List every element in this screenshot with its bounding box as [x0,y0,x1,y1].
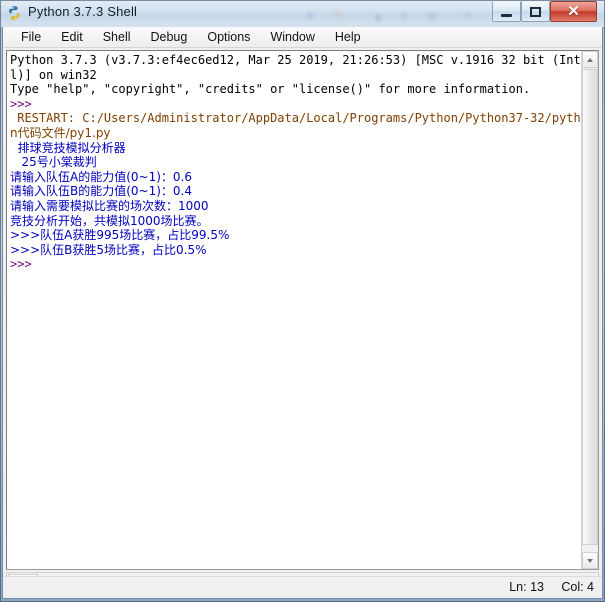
menu-item-shell[interactable]: Shell [93,28,141,47]
statusbar: Ln: 13 Col: 4 [3,576,602,598]
menu-item-debug[interactable]: Debug [141,28,198,47]
minimize-icon [501,14,512,17]
status-column-indicator: Col: 4 [561,580,594,594]
close-button[interactable]: ✕ [550,1,597,22]
shell-text-area[interactable]: Python 3.7.3 (v3.7.3:ef4ec6ed12, Mar 25 … [7,51,582,569]
window-titlebar[interactable]: Python 3.7.3 Shell ✕ [0,0,605,27]
shell-line: Type "help", "copyright", "credits" or "… [10,82,531,97]
shell-line: 25号小棠裁判 [10,155,97,170]
shell-line: >>> [10,96,39,111]
shell-line: >>>队伍A获胜995场比赛，占比99.5% [10,228,230,243]
window-client-area: File Edit Shell Debug Options Window Hel… [2,27,603,599]
shell-line: n代码文件/py1.py [10,125,111,140]
menu-item-help[interactable]: Help [325,28,371,47]
python-shell-window: Python 3.7.3 Shell ✕ File Edit Shell Deb… [0,0,605,602]
menubar: File Edit Shell Debug Options Window Hel… [3,27,602,48]
shell-line: Python 3.7.3 (v3.7.3:ef4ec6ed12, Mar 25 … [10,53,582,67]
shell-line: 请输入队伍A的能力值(0~1)：0.6 [10,169,192,184]
shell-output-panel: Python 3.7.3 (v3.7.3:ef4ec6ed12, Mar 25 … [6,50,599,570]
scroll-down-arrow-icon[interactable] [582,552,598,569]
menu-item-window[interactable]: Window [260,28,324,47]
shell-line: 请输入需要模拟比赛的场次数：1000 [10,198,209,213]
shell-line: >>> [10,257,39,272]
python-logo-icon [6,5,23,22]
shell-line: 请输入队伍B的能力值(0~1)：0.4 [10,184,193,199]
shell-line: >>>队伍B获胜5场比赛，占比0.5% [10,242,207,257]
minimize-button[interactable] [492,1,521,22]
vertical-scrollbar-thumb[interactable] [582,69,598,545]
chevron-up-icon [587,58,593,62]
shell-line: 排球竞技模拟分析器 [10,140,126,155]
window-title: Python 3.7.3 Shell [28,4,138,19]
vertical-scrollbar[interactable] [581,51,598,569]
shell-line: RESTART: C:/Users/Administrator/AppData/… [10,111,582,126]
scroll-up-arrow-icon[interactable] [582,51,598,68]
maximize-button[interactable] [521,1,550,22]
status-line-indicator: Ln: 13 [509,580,544,594]
chevron-down-icon [587,559,593,563]
menu-item-file[interactable]: File [11,28,51,47]
close-icon: ✕ [567,3,580,20]
shell-line: l)] on win32 [10,67,97,82]
menu-item-options[interactable]: Options [197,28,260,47]
menu-item-edit[interactable]: Edit [51,28,93,47]
maximize-icon [530,7,541,17]
shell-line: 竞技分析开始，共模拟1000场比赛。 [10,213,209,228]
